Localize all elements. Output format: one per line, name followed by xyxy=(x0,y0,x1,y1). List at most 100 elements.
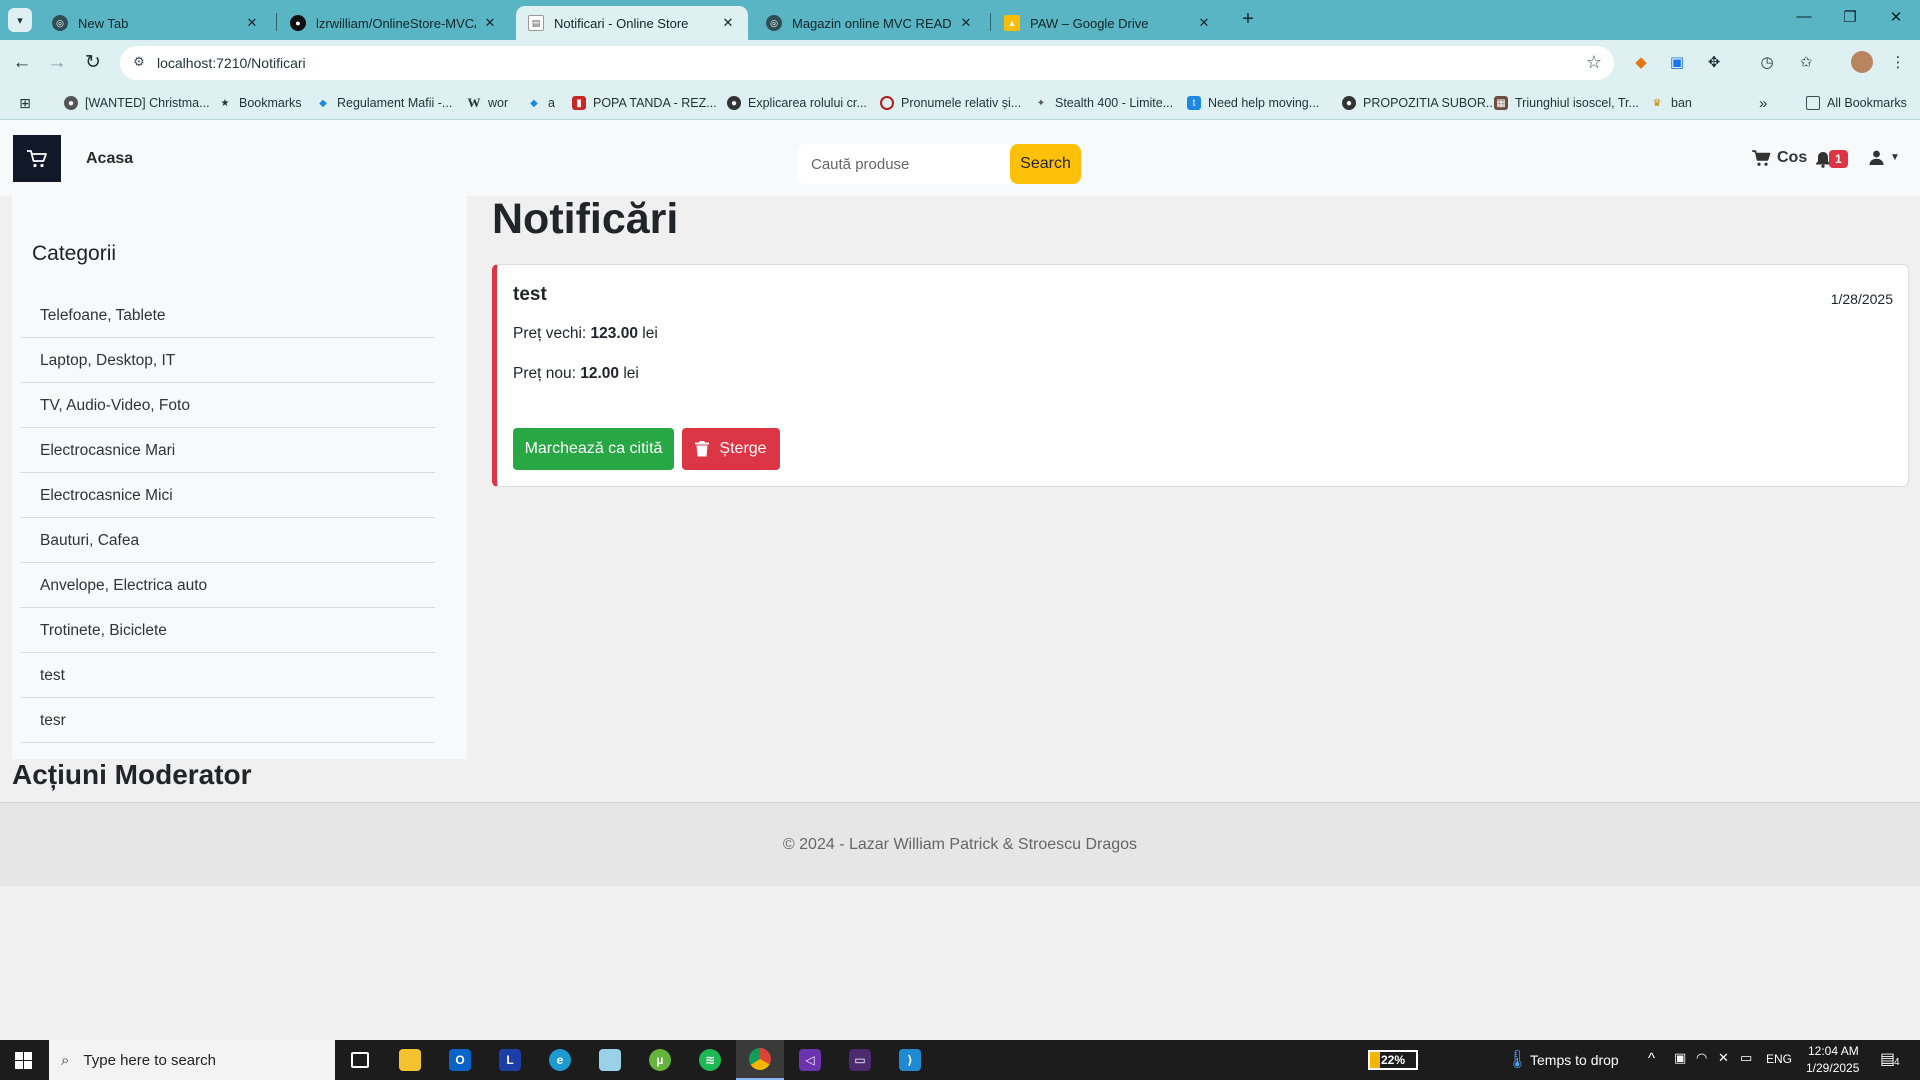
bookmark-item[interactable]: Pronumele relativ și... xyxy=(880,94,1021,112)
visual-studio-icon[interactable]: ◁ xyxy=(786,1040,834,1080)
bookmark-label: wor xyxy=(488,96,509,110)
all-bookmarks[interactable]: All Bookmarks xyxy=(1806,94,1907,112)
spotify-icon[interactable]: ≋ xyxy=(686,1040,734,1080)
tab-title: PAW – Google Drive xyxy=(1030,15,1149,31)
category-item[interactable]: Anvelope, Electrica auto xyxy=(20,563,435,608)
user-menu-dropdown[interactable]: ▼ xyxy=(1869,150,1900,165)
battery-indicator[interactable]: 22% xyxy=(1368,1050,1418,1070)
lightshot-icon[interactable]: L xyxy=(486,1040,534,1080)
minimize-icon[interactable]: — xyxy=(1784,8,1824,32)
bookmark-item[interactable]: ● Explicarea rolului cr... xyxy=(727,94,867,112)
site-footer: © 2024 - Lazar William Patrick & Stroesc… xyxy=(0,802,1920,886)
site-settings-icon[interactable]: ⚙ xyxy=(130,54,148,72)
close-icon[interactable]: ✕ xyxy=(482,15,498,31)
bookmark-item[interactable]: ● [WANTED] Christma... xyxy=(64,94,210,112)
close-icon[interactable]: ✕ xyxy=(720,15,736,31)
bookmark-item[interactable]: ▦ Triunghiul isoscel, Tr... xyxy=(1494,94,1639,112)
forward-arrow-icon[interactable]: → xyxy=(43,49,71,77)
windows-start-icon[interactable] xyxy=(0,1040,46,1080)
puzzle-extensions-icon[interactable]: ✥ xyxy=(1700,49,1728,77)
battery-tray-icon[interactable]: ▭ xyxy=(1740,1050,1752,1066)
history-icon[interactable]: ◷ xyxy=(1753,49,1781,77)
edge-icon[interactable]: e xyxy=(536,1040,584,1080)
utorrent-icon[interactable]: µ xyxy=(636,1040,684,1080)
extension-ui-icon[interactable]: ▣ xyxy=(1663,49,1691,77)
clock-time[interactable]: 12:04 AM xyxy=(1808,1044,1859,1058)
bookmark-item[interactable]: ✦ Stealth 400 - Limite... xyxy=(1034,94,1173,112)
notes-app-icon[interactable] xyxy=(586,1040,634,1080)
chevron-up-icon[interactable]: ^ xyxy=(1648,1050,1655,1067)
favorites-icon[interactable]: ✩ xyxy=(1792,49,1820,77)
bookmark-item[interactable]: ◆ a xyxy=(527,94,555,112)
category-item[interactable]: Laptop, Desktop, IT xyxy=(20,338,435,383)
chrome-icon[interactable] xyxy=(736,1040,784,1080)
notifications-link[interactable]: 1 xyxy=(1815,150,1848,168)
address-bar[interactable]: ⚙ localhost:7210/Notificari ☆ xyxy=(120,46,1614,80)
wifi-icon[interactable]: ◠ xyxy=(1696,1050,1707,1066)
product-search-input[interactable] xyxy=(797,144,1012,184)
bookmark-item[interactable]: ◆ Regulament Mafii -... xyxy=(316,94,452,112)
category-item[interactable]: Electrocasnice Mari xyxy=(20,428,435,473)
task-view-icon[interactable] xyxy=(336,1040,384,1080)
crown-icon: ♛ xyxy=(1652,97,1662,109)
category-item[interactable]: Electrocasnice Mici xyxy=(20,473,435,518)
delete-notification-button[interactable]: Șterge xyxy=(682,428,780,470)
action-center-icon[interactable]: ▤ xyxy=(1880,1049,1895,1069)
bookmark-item[interactable]: Wwor xyxy=(467,94,509,112)
category-item[interactable]: Trotinete, Biciclete xyxy=(20,608,435,653)
clock-date[interactable]: 1/29/2025 xyxy=(1806,1061,1859,1075)
close-icon[interactable]: ✕ xyxy=(1196,15,1212,31)
windows-taskbar: ⌕ Type here to search O L e µ ≋ ◁ ▭ ⟩ 22… xyxy=(0,1040,1920,1080)
category-item[interactable]: Telefoane, Tablete xyxy=(20,293,435,338)
tab-search-button[interactable]: ▾ xyxy=(8,8,32,32)
cart-label: Cos xyxy=(1777,149,1808,166)
store-logo[interactable] xyxy=(13,135,61,182)
tab-github[interactable]: ● lzrwilliam/OnlineStore-MVCArc ✕ xyxy=(278,6,510,40)
file-explorer-icon[interactable] xyxy=(386,1040,434,1080)
close-icon[interactable]: ✕ xyxy=(958,15,974,31)
tab-google-drive[interactable]: ▲ PAW – Google Drive ✕ xyxy=(992,6,1224,40)
vscode-icon[interactable]: ⟩ xyxy=(886,1040,934,1080)
meet-now-icon[interactable]: ▣ xyxy=(1674,1050,1686,1066)
category-item[interactable]: TV, Audio-Video, Foto xyxy=(20,383,435,428)
new-tab-plus-icon[interactable]: + xyxy=(1236,8,1260,32)
restore-icon[interactable]: ❐ xyxy=(1830,8,1870,32)
bookmark-item[interactable]: ★ Bookmarks xyxy=(218,94,302,112)
metamask-icon[interactable]: ◆ xyxy=(1627,49,1655,77)
kebab-menu-icon[interactable]: ⋮ xyxy=(1884,49,1912,77)
tab-readme[interactable]: ◎ Magazin online MVC README ✕ xyxy=(754,6,986,40)
search-button[interactable]: Search xyxy=(1010,144,1081,184)
weather-text[interactable]: Temps to drop xyxy=(1530,1052,1619,1068)
speaker-muted-icon[interactable]: ✕ xyxy=(1718,1050,1729,1066)
window-close-icon[interactable]: ✕ xyxy=(1876,8,1916,32)
taskbar-search-box[interactable]: ⌕ Type here to search xyxy=(49,1040,335,1080)
language-indicator[interactable]: ENG xyxy=(1766,1052,1792,1066)
back-arrow-icon[interactable]: ← xyxy=(8,49,36,77)
book-icon: ▮ xyxy=(572,96,586,110)
bookmark-star-icon[interactable]: ☆ xyxy=(1586,52,1602,73)
mark-as-read-button[interactable]: Marchează ca citită xyxy=(513,428,674,470)
moderator-actions-heading: Acțiuni Moderator xyxy=(12,759,252,790)
close-icon[interactable]: ✕ xyxy=(244,15,260,31)
battery-percent: 22% xyxy=(1380,1053,1406,1067)
bookmark-label: PROPOZITIA SUBOR... xyxy=(1363,96,1497,110)
nav-home-link[interactable]: Acasa xyxy=(86,150,133,168)
cart-link[interactable]: Cos xyxy=(1752,149,1807,167)
category-item[interactable]: test xyxy=(20,653,435,698)
tab-notificari[interactable]: ▤ Notificari - Online Store ✕ xyxy=(516,6,748,40)
bookmark-item[interactable]: ● PROPOZITIA SUBOR... xyxy=(1342,94,1496,112)
url-text[interactable]: localhost:7210/Notificari xyxy=(157,55,306,71)
terminal-icon[interactable]: ▭ xyxy=(836,1040,884,1080)
outlook-icon[interactable]: O xyxy=(436,1040,484,1080)
tab-new-tab[interactable]: ◎ New Tab ✕ xyxy=(40,6,272,40)
apps-grid-icon[interactable]: ⊞ xyxy=(18,94,39,112)
category-item[interactable]: tesr xyxy=(20,698,435,743)
tab-title: Magazin online MVC README xyxy=(792,15,952,31)
bookmark-item[interactable]: ▮ POPA TANDA - REZ... xyxy=(572,94,717,112)
bookmark-item[interactable]: ♛ ban xyxy=(1650,94,1692,112)
bookmark-item[interactable]: t Need help moving... xyxy=(1187,94,1319,112)
category-item[interactable]: Bauturi, Cafea xyxy=(20,518,435,563)
reload-icon[interactable]: ↻ xyxy=(79,49,107,77)
profile-avatar[interactable] xyxy=(1851,51,1873,73)
chevron-more-icon[interactable]: » xyxy=(1759,94,1767,112)
